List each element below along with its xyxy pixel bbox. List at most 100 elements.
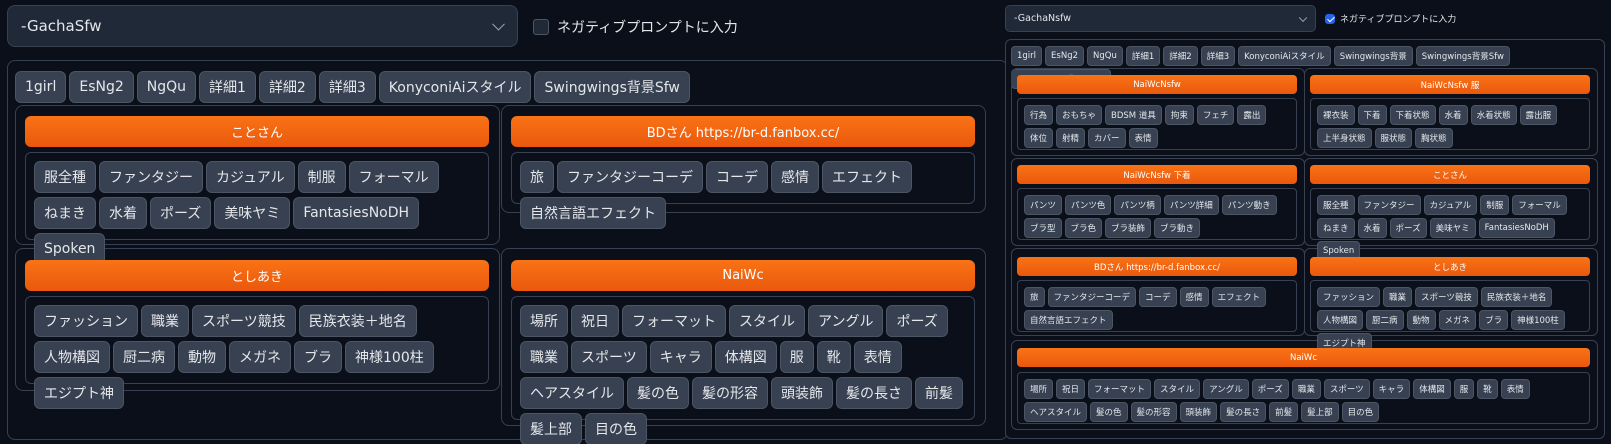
gacha-item-button[interactable]: スタイル [729, 305, 805, 337]
tab-button[interactable]: 1girl [15, 71, 67, 103]
gacha-item-button[interactable]: フォーマル [1512, 195, 1567, 215]
section-title-naiwcnsfw-fuku[interactable]: NaiWcNsfw 服 [1310, 75, 1590, 94]
tab-button[interactable]: Swingwings背景Sfw [1415, 46, 1510, 66]
gacha-item-button[interactable]: 場所 [520, 305, 568, 337]
gacha-item-button[interactable]: キャラ [649, 341, 712, 373]
gacha-item-button[interactable]: 服全種 [34, 161, 96, 193]
gacha-item-button[interactable]: 美味ヤミ [1429, 218, 1476, 238]
gacha-item-button[interactable]: 服 [1453, 379, 1475, 399]
gacha-item-button[interactable]: ブラ型 [1024, 218, 1062, 238]
gacha-item-button[interactable]: 表情 [1500, 379, 1530, 399]
tab-button[interactable]: Swingwings背景Sfw [534, 71, 690, 103]
gacha-item-button[interactable]: フォーマル [348, 161, 439, 193]
gacha-item-button[interactable]: 神様100柱 [345, 341, 434, 373]
gacha-item-button[interactable]: 人物構図 [34, 341, 110, 373]
gacha-item-button[interactable]: フォーマット [1088, 379, 1152, 399]
gacha-item-button[interactable]: 厨二病 [1366, 310, 1404, 330]
gacha-item-button[interactable]: ポーズ [886, 305, 948, 337]
gacha-item-button[interactable]: 神様100柱 [1511, 310, 1565, 330]
section-title-naiwcnsfw-shitagi[interactable]: NaiWcNsfw 下着 [1017, 165, 1297, 184]
gacha-item-button[interactable]: 自然言語エフェクト [1024, 310, 1113, 330]
gacha-item-button[interactable]: 体構図 [714, 341, 777, 373]
gacha-item-button[interactable]: アングル [1203, 379, 1249, 399]
gacha-item-button[interactable]: メガネ [1438, 310, 1477, 330]
section-title-kotosan[interactable]: ことさん [1310, 165, 1590, 184]
gacha-item-button[interactable]: 裸衣装 [1317, 105, 1355, 125]
gacha-item-button[interactable]: フォーマット [622, 305, 726, 337]
gacha-item-button[interactable]: カジュアル [206, 161, 295, 193]
gacha-item-button[interactable]: ファンタジー [1357, 195, 1421, 215]
gacha-item-button[interactable]: 目の色 [1341, 402, 1380, 422]
section-title-naiwc[interactable]: NaiWc [511, 260, 975, 291]
gacha-item-button[interactable]: 祝日 [571, 305, 619, 337]
gacha-item-button[interactable]: 制服 [297, 161, 346, 193]
gacha-item-button[interactable]: 下着 [1357, 105, 1387, 125]
gacha-preset-dropdown[interactable]: -GachaSfw [7, 5, 518, 47]
gacha-item-button[interactable]: ファンタジーコーデ [1047, 287, 1137, 307]
gacha-item-button[interactable]: ヘアスタイル [520, 377, 624, 409]
gacha-item-button[interactable]: パンツ動き [1221, 195, 1277, 215]
gacha-item-button[interactable]: 感情 [771, 161, 819, 193]
gacha-item-button[interactable]: パンツ色 [1064, 195, 1112, 215]
gacha-item-button[interactable]: 上半身状態 [1317, 128, 1372, 148]
gacha-item-button[interactable]: ねまき [34, 197, 96, 229]
gacha-item-button[interactable]: 美味ヤミ [214, 197, 291, 229]
gacha-item-button[interactable]: ポーズ [150, 197, 212, 229]
gacha-item-button[interactable]: コーデ [1139, 287, 1177, 307]
gacha-item-button[interactable]: ポーズ [1389, 218, 1427, 238]
gacha-item-button[interactable]: 祝日 [1056, 379, 1086, 399]
gacha-item-button[interactable]: 髪の形容 [692, 377, 768, 409]
gacha-item-button[interactable]: 髪の色 [627, 377, 689, 409]
gacha-item-button[interactable]: メガネ [229, 341, 291, 373]
gacha-item-button[interactable]: 表情 [853, 341, 902, 373]
gacha-item-button[interactable]: キャラ [1372, 379, 1411, 399]
gacha-item-button[interactable]: ファンタジーコーデ [557, 161, 703, 193]
gacha-item-button[interactable]: エフェクト [822, 161, 912, 193]
gacha-item-button[interactable]: 自然言語エフェクト [520, 197, 666, 229]
gacha-item-button[interactable]: おもちゃ [1056, 105, 1103, 125]
negative-prompt-toggle[interactable]: ネガティブプロンプトに入力 [533, 17, 738, 37]
tab-button[interactable]: EsNg2 [1045, 46, 1084, 66]
gacha-item-button[interactable]: 拘束 [1164, 105, 1194, 125]
section-title-toshiaki[interactable]: としあき [25, 260, 489, 291]
gacha-item-button[interactable]: 頭装飾 [1179, 402, 1218, 422]
gacha-item-button[interactable]: カバー [1088, 128, 1126, 148]
gacha-item-button[interactable]: 露出 [1237, 105, 1267, 125]
gacha-item-button[interactable]: 職業 [1291, 379, 1321, 399]
gacha-nsfw-preset-dropdown[interactable]: -GachaNsfw [1005, 5, 1316, 32]
gacha-item-button[interactable]: ヘアスタイル [1024, 402, 1088, 422]
tab-button[interactable]: Swingwings背景 [1333, 46, 1413, 66]
gacha-item-button[interactable]: 動物 [1406, 310, 1436, 330]
gacha-item-button[interactable]: スポーツ競技 [1415, 287, 1478, 307]
section-title-bd[interactable]: BDさん https://br-d.fanbox.cc/ [511, 116, 975, 147]
gacha-item-button[interactable]: 露出服 [1519, 105, 1558, 125]
tab-button[interactable]: KonyconiAiスタイル [378, 71, 532, 103]
gacha-item-button[interactable]: 人物構図 [1317, 310, 1364, 330]
gacha-item-button[interactable]: 靴 [1477, 379, 1498, 399]
gacha-item-button[interactable]: 職業 [141, 305, 189, 337]
gacha-item-button[interactable]: パンツ [1024, 195, 1062, 215]
gacha-item-button[interactable]: ブラ動き [1154, 218, 1201, 238]
gacha-item-button[interactable]: スポーツ [571, 341, 647, 373]
gacha-item-button[interactable]: 職業 [520, 341, 568, 373]
tab-button[interactable]: NgQu [1087, 46, 1123, 66]
negative-prompt-toggle-nsfw[interactable]: ネガティブプロンプトに入力 [1325, 12, 1456, 25]
tab-button[interactable]: 詳細3 [318, 71, 376, 103]
gacha-item-button[interactable]: エジプト神 [34, 377, 124, 409]
gacha-item-button[interactable]: 靴 [816, 341, 851, 373]
gacha-item-button[interactable]: 髪上部 [1301, 402, 1339, 422]
tab-button[interactable]: NgQu [136, 71, 197, 103]
negative-prompt-checkbox[interactable] [1325, 13, 1335, 24]
tab-button[interactable]: 詳細1 [199, 71, 256, 103]
gacha-item-button[interactable]: 頭装飾 [771, 377, 833, 409]
gacha-item-button[interactable]: ファッション [34, 305, 138, 337]
gacha-item-button[interactable]: 前髪 [915, 377, 963, 409]
gacha-item-button[interactable]: 厨二病 [113, 341, 175, 373]
gacha-item-button[interactable]: 髪の形容 [1130, 402, 1177, 422]
gacha-item-button[interactable]: 髪の色 [1090, 402, 1128, 422]
gacha-item-button[interactable]: 水着 [1438, 105, 1468, 125]
gacha-item-button[interactable]: ファンタジー [99, 161, 203, 193]
gacha-item-button[interactable]: パンツ柄 [1114, 195, 1161, 215]
gacha-item-button[interactable]: 動物 [178, 341, 226, 373]
tab-button[interactable]: KonyconiAiスタイル [1238, 46, 1331, 66]
